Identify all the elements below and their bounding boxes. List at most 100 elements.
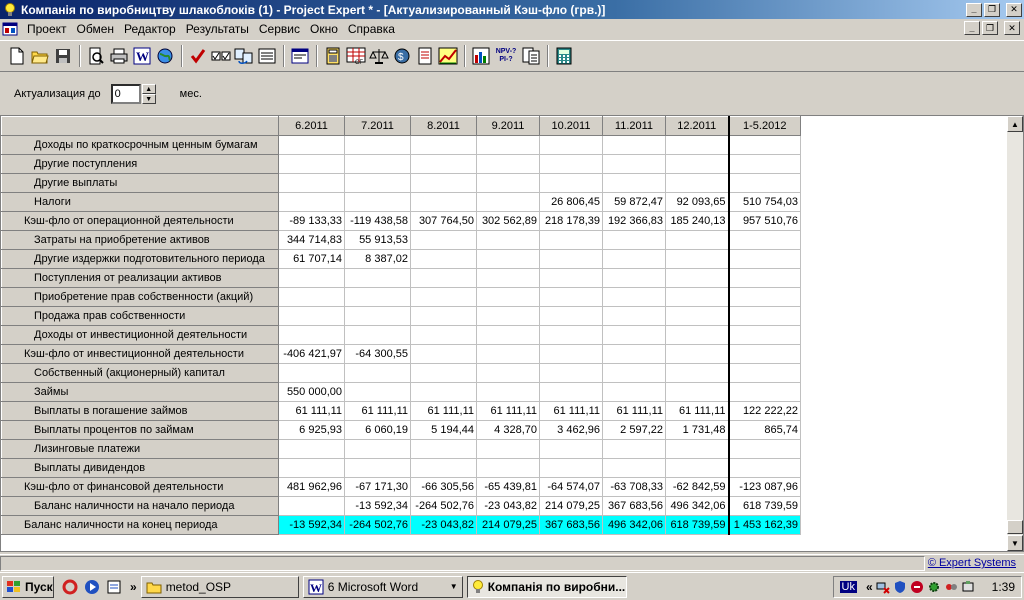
- start-button[interactable]: Пуск: [2, 575, 54, 598]
- table-cell[interactable]: [410, 192, 477, 212]
- document-window-icon[interactable]: [2, 21, 18, 37]
- table-cell[interactable]: 344 714,83: [278, 230, 345, 250]
- table-cell[interactable]: [344, 382, 411, 402]
- spin-down-button[interactable]: ▼: [141, 94, 156, 104]
- table-cell[interactable]: [728, 230, 801, 250]
- table-cell[interactable]: [278, 268, 345, 288]
- table-cell[interactable]: [476, 154, 540, 174]
- bank-icon[interactable]: $: [391, 45, 413, 67]
- scroll-thumb[interactable]: [1007, 520, 1023, 534]
- task-word[interactable]: W 6 Microsoft Word ▼: [302, 575, 463, 598]
- table-cell[interactable]: 8 387,02: [344, 249, 411, 269]
- table-cell[interactable]: [278, 135, 345, 155]
- table-cell[interactable]: [476, 230, 540, 250]
- table-cell[interactable]: [665, 325, 730, 345]
- table-cell[interactable]: [476, 325, 540, 345]
- table-cell[interactable]: [728, 306, 801, 326]
- chart-icon[interactable]: [437, 45, 459, 67]
- actualization-input[interactable]: [110, 84, 141, 104]
- table-cell[interactable]: [410, 135, 477, 155]
- restore-button[interactable]: ❐: [984, 2, 1000, 17]
- table-cell[interactable]: [539, 230, 603, 250]
- table-cell[interactable]: [539, 173, 603, 193]
- doc-restore-button[interactable]: ❐: [982, 21, 998, 35]
- table-cell[interactable]: [278, 458, 345, 478]
- table-cell[interactable]: -123 087,96: [728, 477, 801, 497]
- table-cell[interactable]: [602, 287, 666, 307]
- tray-chevron[interactable]: «: [866, 580, 873, 594]
- table-cell[interactable]: 61 111,11: [344, 401, 411, 421]
- table-cell[interactable]: [602, 173, 666, 193]
- table-cell[interactable]: [602, 458, 666, 478]
- table-cell[interactable]: [476, 458, 540, 478]
- table-cell[interactable]: [539, 154, 603, 174]
- table-cell[interactable]: [539, 363, 603, 383]
- check-icon[interactable]: [187, 45, 209, 67]
- table-cell[interactable]: 510 754,03: [728, 192, 801, 212]
- table-cell[interactable]: 59 872,47: [602, 192, 666, 212]
- table-cell[interactable]: [476, 192, 540, 212]
- table-cell[interactable]: -23 043,82: [476, 496, 540, 516]
- table-cell[interactable]: [728, 287, 801, 307]
- table-cell[interactable]: 550 000,00: [278, 382, 345, 402]
- table-cell[interactable]: [278, 496, 345, 516]
- table-cell[interactable]: [410, 287, 477, 307]
- table-cell[interactable]: 367 683,56: [539, 515, 603, 535]
- table-cell[interactable]: [728, 344, 801, 364]
- table-cell[interactable]: 214 079,25: [539, 496, 603, 516]
- check-list-icon[interactable]: [210, 45, 232, 67]
- table-cell[interactable]: [344, 173, 411, 193]
- table-cell[interactable]: [602, 439, 666, 459]
- table-cell[interactable]: [410, 306, 477, 326]
- table-cell[interactable]: 2 597,22: [602, 420, 666, 440]
- table-cell[interactable]: [278, 363, 345, 383]
- new-icon[interactable]: [6, 45, 28, 67]
- table-cell[interactable]: [476, 287, 540, 307]
- table-cell[interactable]: 6 060,19: [344, 420, 411, 440]
- table-cell[interactable]: [665, 458, 730, 478]
- taskbar-chevron[interactable]: »: [130, 580, 137, 594]
- table-cell[interactable]: [728, 439, 801, 459]
- table-cell[interactable]: [344, 458, 411, 478]
- table-cell[interactable]: 302 562,89: [476, 211, 540, 231]
- desktop-icon[interactable]: [104, 577, 124, 597]
- table-cell[interactable]: [728, 325, 801, 345]
- table-cell[interactable]: 1 453 162,39: [728, 515, 801, 535]
- antivirus-icon[interactable]: [910, 580, 924, 594]
- table-cell[interactable]: [278, 192, 345, 212]
- table-cell[interactable]: 61 111,11: [539, 401, 603, 421]
- table-cell[interactable]: [410, 173, 477, 193]
- open-icon[interactable]: [29, 45, 51, 67]
- table-cell[interactable]: [410, 154, 477, 174]
- table-cell[interactable]: -119 438,58: [344, 211, 411, 231]
- table-cell[interactable]: [602, 306, 666, 326]
- table-cell[interactable]: [344, 439, 411, 459]
- table-cell[interactable]: 218 178,39: [539, 211, 603, 231]
- table-cell[interactable]: 26 806,45: [539, 192, 603, 212]
- task-project-expert[interactable]: Компанія по виробни...: [466, 575, 627, 598]
- menu-project[interactable]: Проект: [22, 22, 72, 36]
- report-icon[interactable]: [414, 45, 436, 67]
- minimize-button[interactable]: _: [966, 2, 982, 17]
- list-icon[interactable]: [256, 45, 278, 67]
- table-cell[interactable]: [665, 135, 730, 155]
- table-cell[interactable]: [410, 268, 477, 288]
- table-cell[interactable]: [539, 458, 603, 478]
- table-cell[interactable]: [278, 154, 345, 174]
- table-cell[interactable]: [665, 287, 730, 307]
- table-cell[interactable]: -264 502,76: [344, 515, 411, 535]
- table-cell[interactable]: [344, 268, 411, 288]
- table-cell[interactable]: -13 592,34: [278, 515, 345, 535]
- menu-results[interactable]: Результаты: [181, 22, 254, 36]
- word-icon[interactable]: W: [131, 45, 153, 67]
- table-cell[interactable]: [476, 135, 540, 155]
- save-icon[interactable]: [52, 45, 74, 67]
- table-cell[interactable]: [344, 154, 411, 174]
- table-cell[interactable]: [602, 325, 666, 345]
- table-cell[interactable]: [539, 344, 603, 364]
- grid-icon[interactable]: [470, 45, 492, 67]
- table-cell[interactable]: 481 962,96: [278, 477, 345, 497]
- table-cell[interactable]: [602, 230, 666, 250]
- table-cell[interactable]: [476, 249, 540, 269]
- scroll-down-button[interactable]: ▼: [1007, 535, 1023, 551]
